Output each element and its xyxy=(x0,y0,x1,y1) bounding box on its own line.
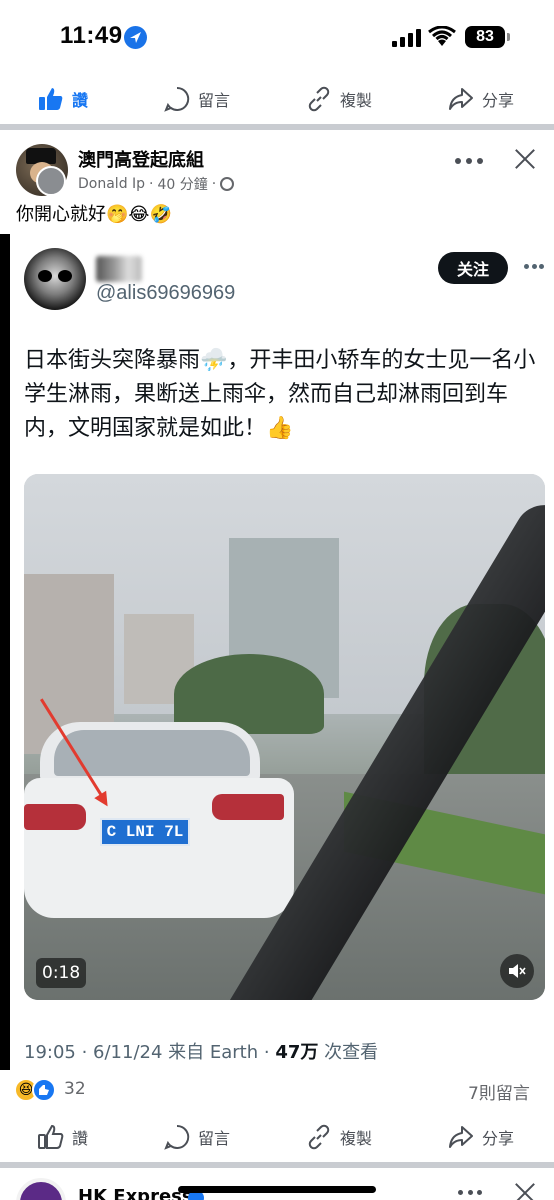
like-reaction-icon xyxy=(32,1078,56,1102)
meta-separator: · xyxy=(149,176,154,192)
group-name[interactable]: 澳門高登起底組 xyxy=(78,146,204,172)
post-header: 澳門高登起底組 Donald Ip · 40 分鐘 · xyxy=(0,136,554,196)
post-time[interactable]: 40 分鐘 xyxy=(158,174,208,194)
video-duration: 0:18 xyxy=(36,958,87,988)
copy-button[interactable]: 複製 xyxy=(306,74,372,124)
comment-icon xyxy=(164,1124,190,1150)
location-arrow-icon xyxy=(124,26,147,49)
tweet-views-number: 47万 xyxy=(275,1042,319,1063)
tweet-display-name-blurred xyxy=(96,256,142,282)
copy-label: 複製 xyxy=(340,1129,373,1148)
share-label: 分享 xyxy=(482,1129,515,1148)
reactions-bar: 😆 32 7則留言 xyxy=(0,1070,554,1110)
mute-icon xyxy=(500,954,534,988)
next-post-name[interactable]: HK Express xyxy=(78,1186,193,1200)
cellular-signal-icon xyxy=(392,29,422,47)
share-label: 分享 xyxy=(482,91,515,110)
share-icon xyxy=(448,86,474,112)
next-post-avatar[interactable] xyxy=(16,1178,66,1200)
meta-separator: · xyxy=(211,176,217,192)
like-button[interactable]: 讚 xyxy=(38,1112,88,1162)
image-border xyxy=(0,234,10,1070)
comment-label: 留言 xyxy=(198,91,231,110)
like-label: 讚 xyxy=(72,1129,89,1148)
follow-button: 关注 xyxy=(438,252,508,284)
globe-icon xyxy=(220,177,235,191)
copy-button[interactable]: 複製 xyxy=(306,1112,372,1162)
like-button[interactable]: 讚 xyxy=(38,74,88,124)
reaction-count[interactable]: 32 xyxy=(64,1079,86,1099)
tweet-timestamp: 19:05 · 6/11/24 来自 Earth · xyxy=(24,1042,276,1063)
post-meta: Donald Ip · 40 分鐘 · xyxy=(78,174,235,194)
share-button[interactable]: 分享 xyxy=(448,1112,514,1162)
top-action-bar: 讚 留言 複製 分享 xyxy=(0,74,554,124)
embedded-tweet-image[interactable]: @alis69696969 关注 日本街头突降暴雨⛈️，开丰田小轿车的女士见一名… xyxy=(0,234,554,1070)
divider xyxy=(0,1162,554,1168)
status-bar: 11:49 83 xyxy=(0,0,554,74)
comment-button[interactable]: 留言 xyxy=(164,74,230,124)
tweet-handle: @alis69696969 xyxy=(96,282,236,304)
link-icon xyxy=(306,1124,332,1150)
tweet-footer: 19:05 · 6/11/24 来自 Earth · 47万 次查看 xyxy=(24,1038,378,1064)
status-time: 11:49 xyxy=(60,22,123,49)
like-icon xyxy=(38,86,64,112)
license-plate: C LNI 7L xyxy=(100,818,190,846)
tweet-avatar xyxy=(24,248,86,310)
more-options-icon[interactable] xyxy=(458,1190,482,1196)
post-text: 你開心就好🤭😂🤣 xyxy=(16,204,172,225)
tweet-text: 日本街头突降暴雨⛈️，开丰田小轿车的女士见一名小学生淋雨，果断送上雨伞，然而自己… xyxy=(24,348,536,441)
comment-label: 留言 xyxy=(198,1129,231,1148)
share-icon xyxy=(448,1124,474,1150)
comment-count[interactable]: 7則留言 xyxy=(468,1079,530,1104)
battery-icon: 83 xyxy=(465,26,510,48)
tweet-video: C LNI 7L 0:18 xyxy=(24,474,545,1000)
comment-button[interactable]: 留言 xyxy=(164,1112,230,1162)
link-icon xyxy=(306,86,332,112)
author-avatar[interactable] xyxy=(36,166,66,196)
like-icon xyxy=(38,1124,64,1150)
like-label: 讚 xyxy=(72,91,89,110)
more-options-icon[interactable] xyxy=(455,156,483,166)
author-name[interactable]: Donald Ip xyxy=(78,176,145,192)
close-icon[interactable] xyxy=(514,148,536,170)
home-indicator[interactable] xyxy=(178,1186,376,1193)
tweet-more-icon xyxy=(524,264,544,270)
close-icon[interactable] xyxy=(514,1182,536,1200)
copy-label: 複製 xyxy=(340,91,373,110)
wifi-icon xyxy=(428,25,456,48)
reaction-icons[interactable]: 😆 xyxy=(14,1078,60,1102)
share-button[interactable]: 分享 xyxy=(448,74,514,124)
tweet-views-label: 次查看 xyxy=(318,1042,379,1063)
comment-icon xyxy=(164,86,190,112)
bottom-action-bar: 讚 留言 複製 分享 xyxy=(0,1112,554,1160)
divider xyxy=(0,124,554,130)
